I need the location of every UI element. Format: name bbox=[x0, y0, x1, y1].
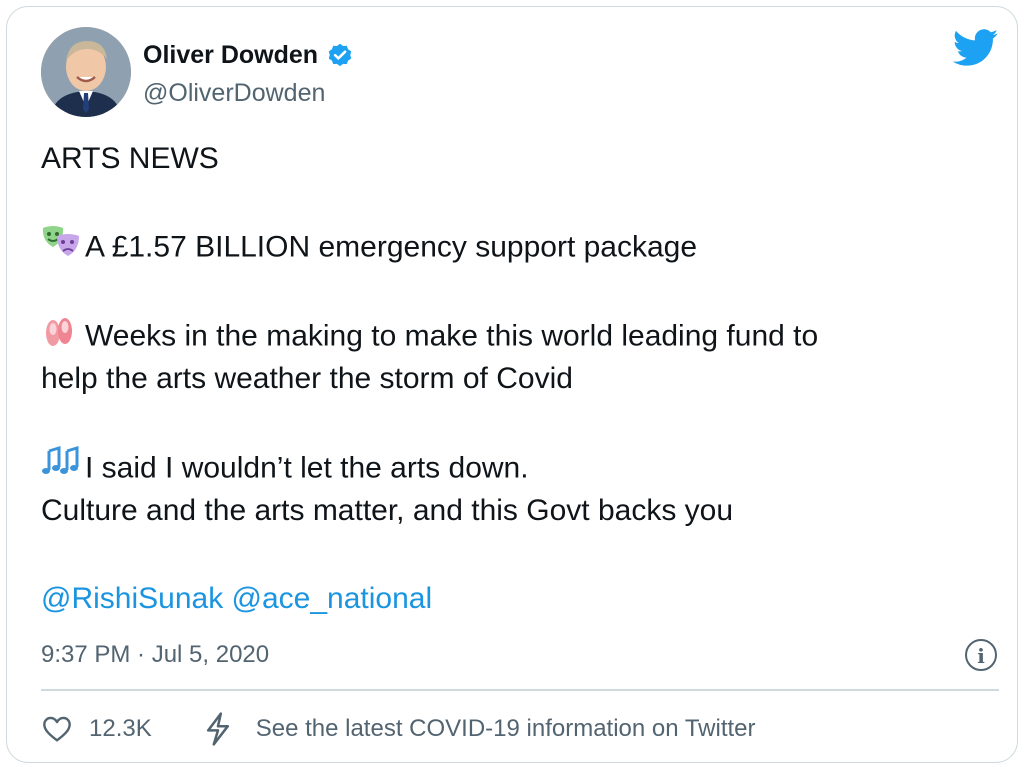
musical-notes-icon bbox=[41, 445, 85, 494]
tweet-card: Oliver Dowden @OliverDowden ARTS NEWS A … bbox=[6, 6, 1018, 763]
mention-rishisunak-link[interactable]: @RishiSunak bbox=[41, 582, 223, 615]
avatar[interactable] bbox=[41, 27, 131, 117]
tweet-line-1-text: A £1.57 BILLION emergency support packag… bbox=[85, 230, 698, 264]
tweet-timestamp-link[interactable]: 9:37 PM · Jul 5, 2020 bbox=[41, 641, 269, 669]
mention-ace-national-link[interactable]: @ace_national bbox=[232, 582, 433, 615]
action-bar: 12.3K See the latest COVID-19 informatio… bbox=[41, 707, 756, 751]
tweet-text: ARTS NEWS A £1.57 BILLION emergency supp… bbox=[41, 137, 1001, 621]
author-handle[interactable]: @OliverDowden bbox=[143, 79, 325, 108]
author-name[interactable]: Oliver Dowden bbox=[143, 41, 318, 70]
tweet-headline: ARTS NEWS bbox=[41, 142, 219, 175]
ballet-shoes-icon bbox=[41, 313, 85, 362]
tweet-line-2a-text: Weeks in the making to make this world l… bbox=[85, 319, 819, 353]
like-count[interactable]: 12.3K bbox=[89, 715, 152, 743]
tweet-line-1: A £1.57 BILLION emergency support packag… bbox=[41, 225, 1001, 269]
divider bbox=[41, 689, 999, 691]
lightning-bolt-icon[interactable] bbox=[204, 712, 232, 746]
performing-arts-icon bbox=[41, 225, 85, 272]
info-icon[interactable]: i bbox=[965, 639, 997, 671]
tweet-line-2b: help the arts weather the storm of Covid bbox=[41, 362, 573, 395]
tweet-line-3a-text: I said I wouldn’t let the arts down. bbox=[85, 451, 529, 485]
tweet-line-3b: Culture and the arts matter, and this Go… bbox=[41, 494, 734, 527]
tweet-mentions: @RishiSunak @ace_national bbox=[41, 577, 1001, 621]
covid-info-link[interactable]: See the latest COVID-19 information on T… bbox=[256, 715, 756, 743]
tweet-line-3a: I said I wouldn’t let the arts down. bbox=[41, 445, 1001, 489]
tweet-line-2a: Weeks in the making to make this world l… bbox=[41, 313, 1001, 357]
twitter-bird-icon[interactable] bbox=[952, 29, 999, 67]
info-glyph: i bbox=[977, 644, 985, 668]
verified-badge-icon bbox=[326, 42, 354, 70]
author-name-row[interactable]: Oliver Dowden bbox=[143, 41, 354, 70]
heart-icon[interactable] bbox=[41, 713, 73, 745]
